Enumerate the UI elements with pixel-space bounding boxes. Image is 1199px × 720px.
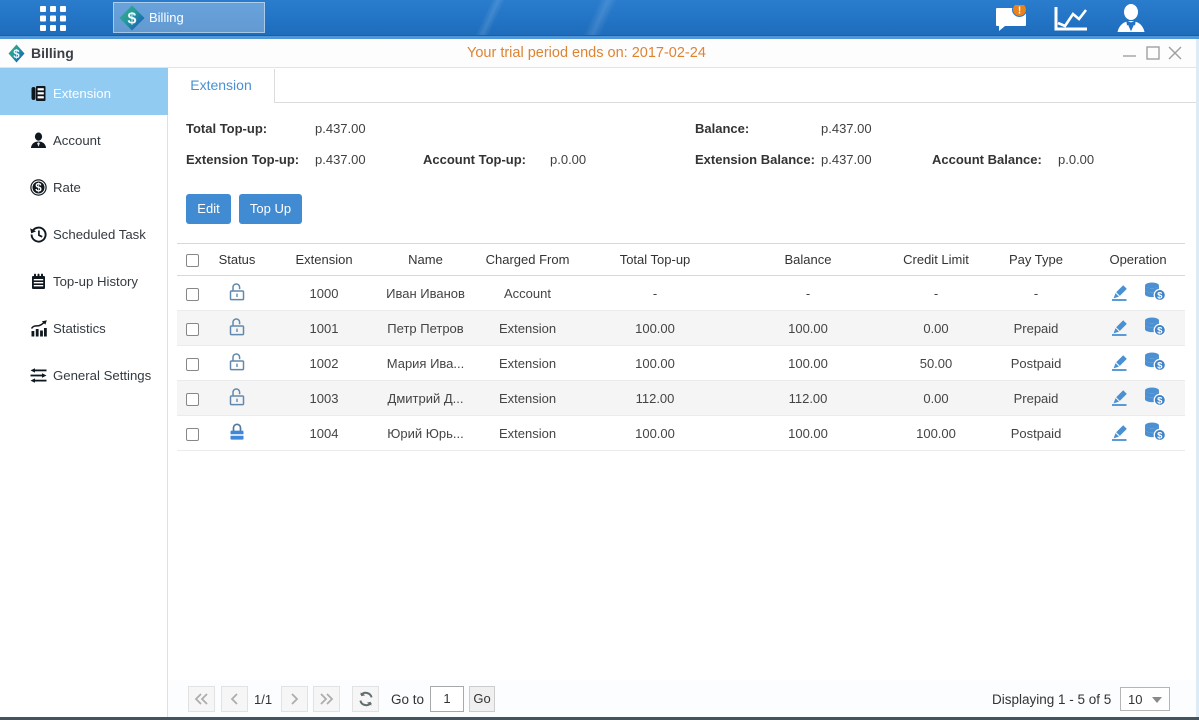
svg-text:$: $	[128, 10, 137, 27]
svg-text:$: $	[1157, 291, 1163, 301]
svg-text:$: $	[35, 182, 42, 194]
svg-text:!: !	[1018, 6, 1021, 17]
svg-text:$: $	[1157, 361, 1163, 371]
svg-text:$: $	[1157, 396, 1163, 406]
svg-text:$: $	[13, 49, 20, 61]
svg-text:$: $	[1157, 326, 1163, 336]
svg-text:$: $	[1157, 431, 1163, 441]
